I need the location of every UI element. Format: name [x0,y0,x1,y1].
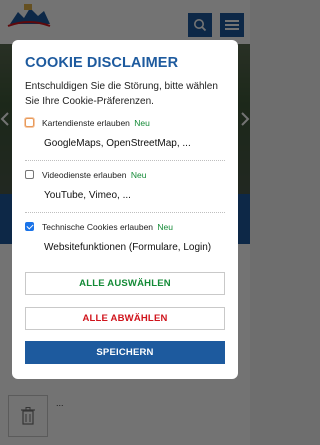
option-label[interactable]: Kartendienste erlauben Neu [42,118,225,129]
video-services-label: Videodienste erlauben [42,170,127,180]
map-services-checkbox[interactable] [25,118,34,127]
accept-all-button[interactable]: ALLE AUSWÄHLEN [25,272,225,295]
dialog-title: COOKIE DISCLAIMER [25,55,179,71]
new-badge: Neu [157,222,174,232]
cookie-disclaimer-dialog: COOKIE DISCLAIMER Entschuldigen Sie die … [12,40,238,379]
option-technical-cookies: Technische Cookies erlauben Neu Websitef… [25,222,225,255]
divider [25,212,225,213]
option-map-services: Kartendienste erlauben Neu GoogleMaps, O… [25,118,225,151]
option-label[interactable]: Videodienste erlauben Neu [42,170,225,181]
technical-cookies-description: Websitefunktionen (Formulare, Login) [44,242,212,253]
option-label[interactable]: Technische Cookies erlauben Neu [42,222,225,233]
reject-all-button[interactable]: ALLE ABWÄHLEN [25,307,225,330]
technical-cookies-label: Technische Cookies erlauben [42,222,154,232]
new-badge: Neu [134,118,150,128]
option-video-services: Videodienste erlauben Neu YouTube, Vimeo… [25,170,225,203]
new-badge: Neu [130,170,147,180]
video-services-description: YouTube, Vimeo, ... [44,190,131,201]
map-services-label: Kartendienste erlauben [42,118,130,128]
technical-cookies-checkbox[interactable] [25,222,34,231]
map-services-description: GoogleMaps, OpenStreetMap, ... [44,138,191,149]
divider [25,160,225,161]
video-services-checkbox[interactable] [25,170,34,179]
dialog-intro: Entschuldigen Sie die Störung, bitte wäh… [25,81,218,107]
save-button[interactable]: SPEICHERN [25,341,225,364]
